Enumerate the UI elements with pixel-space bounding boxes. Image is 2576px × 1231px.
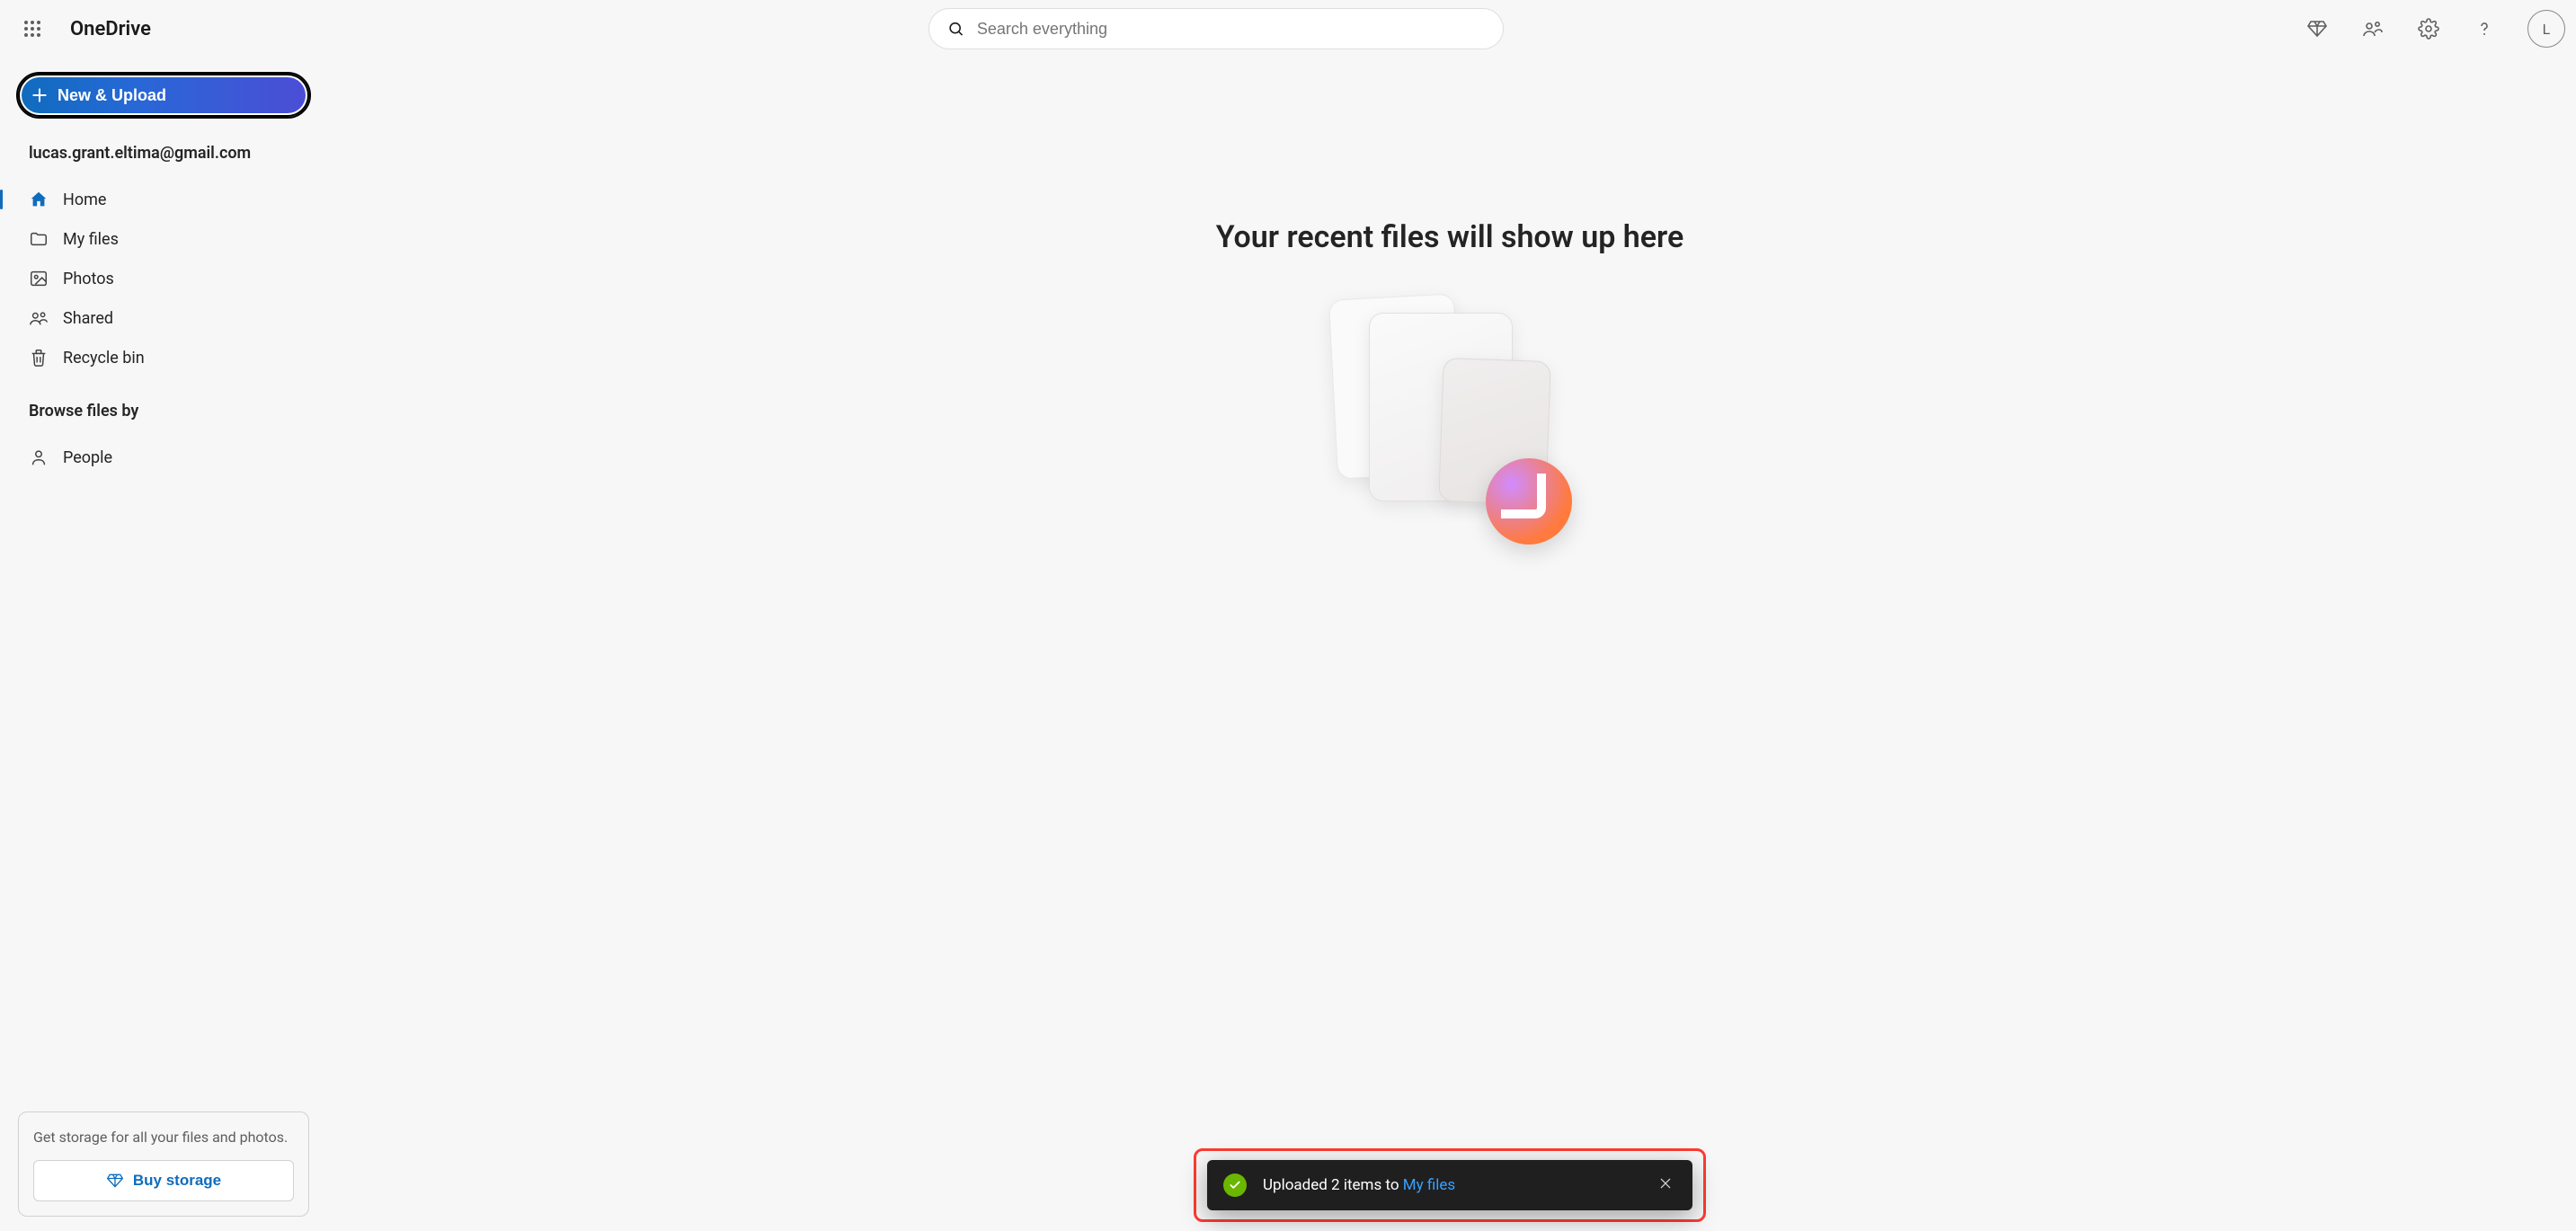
help-button[interactable] [2466, 11, 2502, 47]
sidebar-item-label: People [63, 448, 112, 467]
shared-icon [29, 308, 49, 328]
buy-storage-button[interactable]: Buy storage [33, 1160, 294, 1201]
search-container [928, 8, 1504, 49]
toast-message: Uploaded 2 items to My files [1263, 1176, 1639, 1194]
trash-icon [29, 348, 49, 368]
storage-card: Get storage for all your files and photo… [18, 1111, 309, 1217]
home-icon [29, 190, 49, 209]
sidebar-item-label: Recycle bin [63, 349, 145, 368]
folder-icon [29, 229, 49, 249]
help-icon [2474, 18, 2495, 40]
browse-nav: People [18, 438, 309, 476]
new-upload-button[interactable]: New & Upload [18, 74, 309, 117]
people-icon [2362, 18, 2384, 40]
toast-text: Uploaded 2 items to [1263, 1176, 1403, 1194]
avatar-initial: L [2543, 21, 2551, 38]
clock-icon [1486, 458, 1572, 545]
upload-toast: Uploaded 2 items to My files [1207, 1160, 1692, 1210]
search-icon [947, 20, 964, 38]
sidebar-item-people[interactable]: People [18, 438, 309, 476]
search-box[interactable] [928, 8, 1504, 49]
success-icon [1223, 1173, 1247, 1197]
sidebar: New & Upload lucas.grant.eltima@gmail.co… [0, 58, 324, 1231]
buy-storage-label: Buy storage [133, 1172, 221, 1190]
sidebar-item-label: Shared [63, 309, 113, 328]
empty-state-title: Your recent files will show up here [1216, 219, 1684, 255]
sidebar-item-home[interactable]: Home [18, 181, 309, 218]
account-avatar[interactable]: L [2527, 10, 2565, 48]
people-button[interactable] [2355, 11, 2391, 47]
sidebar-item-label: My files [63, 230, 119, 249]
settings-button[interactable] [2411, 11, 2447, 47]
user-email: lucas.grant.eltima@gmail.com [18, 144, 309, 163]
close-icon [1658, 1176, 1673, 1191]
toast-highlight: Uploaded 2 items to My files [1194, 1148, 1706, 1222]
app-launcher-button[interactable] [11, 7, 54, 50]
empty-state-illustration [1333, 288, 1567, 539]
storage-text: Get storage for all your files and photo… [33, 1129, 294, 1146]
main-content: Your recent files will show up here Uplo… [324, 58, 2576, 1231]
diamond-icon [2306, 18, 2328, 40]
sidebar-item-photos[interactable]: Photos [18, 260, 309, 297]
sidebar-item-label: Photos [63, 270, 114, 288]
new-upload-label: New & Upload [58, 86, 166, 105]
waffle-icon [23, 20, 41, 38]
search-input[interactable] [977, 20, 1485, 39]
sidebar-item-recycle-bin[interactable]: Recycle bin [18, 339, 309, 376]
sidebar-nav: Home My files Photos Shared Recycle bin [18, 181, 309, 376]
header-actions: L [2299, 10, 2565, 48]
sidebar-item-label: Home [63, 190, 106, 209]
app-title: OneDrive [70, 18, 151, 40]
sidebar-item-my-files[interactable]: My files [18, 220, 309, 258]
diamond-icon [106, 1172, 124, 1190]
premium-button[interactable] [2299, 11, 2335, 47]
gear-icon [2418, 18, 2439, 40]
header-bar: OneDrive [0, 0, 2576, 58]
person-icon [29, 447, 49, 467]
photo-icon [29, 269, 49, 288]
sidebar-item-shared[interactable]: Shared [18, 299, 309, 337]
plus-icon [31, 86, 49, 104]
toast-close-button[interactable] [1655, 1173, 1676, 1198]
toast-link[interactable]: My files [1403, 1176, 1455, 1194]
browse-header: Browse files by [18, 402, 309, 421]
